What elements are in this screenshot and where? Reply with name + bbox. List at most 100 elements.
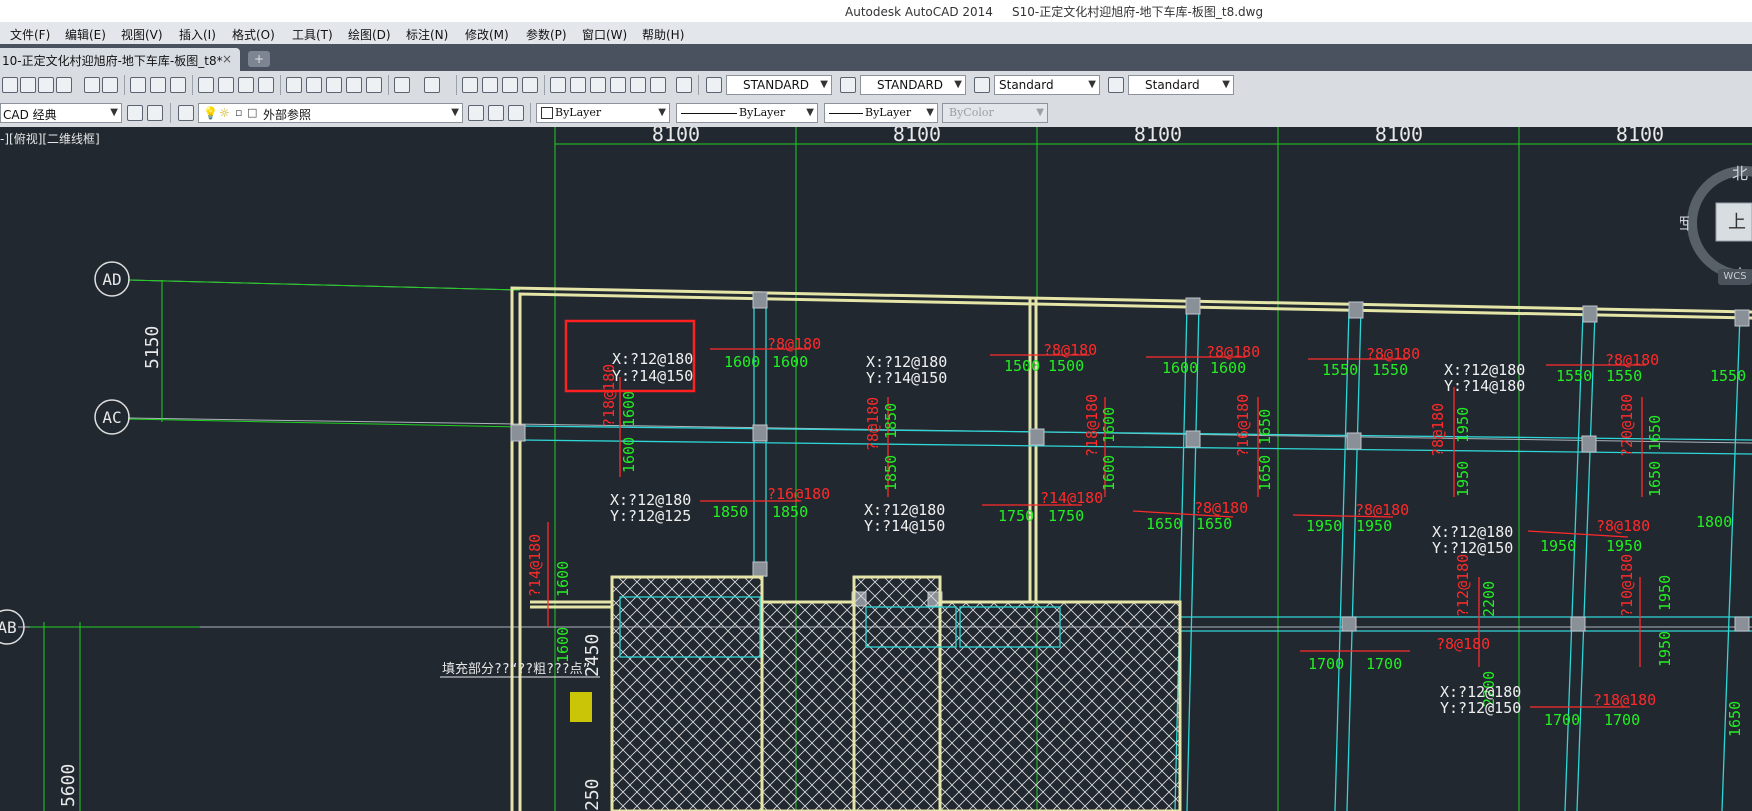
menu-window[interactable]: 窗口(W) bbox=[582, 26, 627, 43]
axis-label-ac: AC bbox=[102, 408, 121, 427]
menu-help[interactable]: 帮助(H) bbox=[642, 26, 684, 43]
slab-note-y: Y:?12@150 bbox=[1440, 699, 1521, 717]
print-preview-icon[interactable] bbox=[218, 77, 234, 93]
make-current-icon[interactable] bbox=[468, 105, 484, 121]
layer-off-icon[interactable] bbox=[2, 77, 18, 93]
layers-toolbar: CAD 经典 ▼ 💡 ☼ ▫ □ 外部参照 ▼ ByLayer ▼ ByLaye… bbox=[0, 99, 1752, 128]
chevron-down-icon: ▼ bbox=[806, 107, 814, 118]
linetype-select[interactable]: ByLayer ▼ bbox=[676, 103, 818, 123]
linetype-value: ByLayer bbox=[739, 106, 786, 119]
rebar-label: ?18@180 bbox=[1083, 394, 1101, 457]
delete-layer-icon[interactable] bbox=[102, 77, 118, 93]
menu-tools[interactable]: 工具(T) bbox=[292, 26, 333, 43]
title-bar: Autodesk AutoCAD 2014 S10-正定文化村迎旭府-地下车库-… bbox=[0, 0, 1752, 22]
dim-label: 1500 bbox=[1048, 357, 1084, 375]
cut-icon[interactable] bbox=[286, 77, 302, 93]
pan-icon[interactable] bbox=[462, 77, 478, 93]
layer-color-icon: □ bbox=[247, 106, 258, 119]
workspace-toggle-icon[interactable] bbox=[147, 105, 163, 121]
plotstyle-select[interactable]: ByColor ▼ bbox=[942, 103, 1048, 123]
wcs-button[interactable]: WCS bbox=[1718, 269, 1752, 285]
menu-format[interactable]: 格式(O) bbox=[232, 26, 275, 43]
dim-label: 1950 bbox=[1540, 537, 1576, 555]
dim-label: 1550 bbox=[1710, 367, 1746, 385]
dim-label: 1600 bbox=[1100, 455, 1118, 491]
new-file-icon[interactable] bbox=[130, 77, 146, 93]
span-dim-4: 8100 bbox=[1375, 127, 1423, 146]
copy-icon[interactable] bbox=[306, 77, 322, 93]
layer-freeze-icon[interactable] bbox=[38, 77, 54, 93]
zoom-window-icon[interactable] bbox=[502, 77, 518, 93]
drawing-canvas[interactable]: -][俯视][二维线框] 8100 8100 8100 8100 8100 AD… bbox=[0, 127, 1752, 811]
markup-icon[interactable] bbox=[630, 77, 646, 93]
paste-icon[interactable] bbox=[326, 77, 342, 93]
mleader-style-select[interactable]: Standard ▼ bbox=[1128, 75, 1234, 95]
dim-label: 1600 bbox=[554, 627, 572, 663]
table-style-icon[interactable] bbox=[974, 77, 990, 93]
toolbar-separator bbox=[698, 75, 699, 95]
gear-icon[interactable] bbox=[127, 105, 143, 121]
print-icon[interactable] bbox=[198, 77, 214, 93]
mleader-style-value: Standard bbox=[1145, 78, 1200, 92]
toolbar-separator bbox=[388, 75, 389, 95]
layer-state-icon[interactable] bbox=[508, 105, 524, 121]
layer-properties-icon[interactable] bbox=[178, 105, 194, 121]
color-select[interactable]: ByLayer ▼ bbox=[536, 103, 670, 123]
menu-dimension[interactable]: 标注(N) bbox=[406, 26, 448, 43]
chevron-down-icon: ▼ bbox=[926, 107, 934, 118]
save-icon[interactable] bbox=[170, 77, 186, 93]
sheet-set-icon[interactable] bbox=[610, 77, 626, 93]
color-swatch bbox=[541, 107, 553, 119]
zoom-previous-icon[interactable] bbox=[522, 77, 538, 93]
calculator-icon[interactable] bbox=[650, 77, 666, 93]
menu-draw[interactable]: 绘图(D) bbox=[348, 26, 391, 43]
close-tab-icon[interactable]: × bbox=[222, 52, 232, 66]
match-properties-icon[interactable] bbox=[366, 77, 382, 93]
paste-special-icon[interactable] bbox=[346, 77, 362, 93]
dim-style-select[interactable]: STANDARD ▼ bbox=[860, 75, 966, 95]
dim-style-icon[interactable] bbox=[840, 77, 856, 93]
design-center-icon[interactable] bbox=[570, 77, 586, 93]
compass-west: 西 bbox=[1680, 214, 1690, 233]
redo-icon[interactable] bbox=[424, 77, 440, 93]
text-style-icon[interactable] bbox=[706, 77, 722, 93]
tool-palettes-icon[interactable] bbox=[590, 77, 606, 93]
layer-isolate-icon[interactable] bbox=[20, 77, 36, 93]
menu-view[interactable]: 视图(V) bbox=[121, 26, 163, 43]
mleader-style-icon[interactable] bbox=[1108, 77, 1124, 93]
window-title: Autodesk AutoCAD 2014 S10-正定文化村迎旭府-地下车库-… bbox=[845, 5, 1264, 19]
file-tab[interactable]: 10-正定文化村迎旭府-地下车库-板图_t8* × bbox=[0, 48, 240, 71]
menu-edit[interactable]: 编辑(E) bbox=[65, 26, 106, 43]
text-style-select[interactable]: STANDARD ▼ bbox=[726, 75, 832, 95]
dim-label: 1650 bbox=[1256, 409, 1274, 445]
layer-lock-icon[interactable] bbox=[56, 77, 72, 93]
publish-icon[interactable] bbox=[238, 77, 254, 93]
new-tab-button[interactable]: + bbox=[248, 51, 270, 67]
layer-previous-icon[interactable] bbox=[488, 105, 504, 121]
dim-label: 1850 bbox=[712, 503, 748, 521]
dim-label: 1650 bbox=[1726, 701, 1744, 737]
workspace-select[interactable]: CAD 经典 ▼ bbox=[0, 103, 122, 123]
span-dim-5: 8100 bbox=[1616, 127, 1664, 146]
help-icon[interactable] bbox=[676, 77, 692, 93]
menu-parametric[interactable]: 参数(P) bbox=[526, 26, 567, 43]
dim-label: 1500 bbox=[1004, 357, 1040, 375]
dim-label: 1950 bbox=[1356, 517, 1392, 535]
dim-label: 1650 bbox=[1146, 515, 1182, 533]
zoom-realtime-icon[interactable] bbox=[482, 77, 498, 93]
slab-note-y: Y:?14@180 bbox=[1444, 377, 1525, 395]
lineweight-value: ByLayer bbox=[865, 106, 912, 119]
lineweight-select[interactable]: ByLayer ▼ bbox=[824, 103, 938, 123]
menu-insert[interactable]: 插入(I) bbox=[179, 26, 216, 43]
menu-file[interactable]: 文件(F) bbox=[10, 26, 50, 43]
properties-icon[interactable] bbox=[550, 77, 566, 93]
layer-select[interactable]: 💡 ☼ ▫ □ 外部参照 ▼ bbox=[198, 103, 463, 123]
3d-dwf-icon[interactable] bbox=[258, 77, 274, 93]
3d-box-icon[interactable] bbox=[84, 77, 100, 93]
undo-icon[interactable] bbox=[394, 77, 410, 93]
menu-modify[interactable]: 修改(M) bbox=[465, 26, 509, 43]
rebar-label: ?8@180 bbox=[864, 397, 882, 451]
table-style-select[interactable]: Standard ▼ bbox=[994, 75, 1100, 95]
open-file-icon[interactable] bbox=[150, 77, 166, 93]
rebar-label: ?14@180 bbox=[1040, 489, 1103, 507]
